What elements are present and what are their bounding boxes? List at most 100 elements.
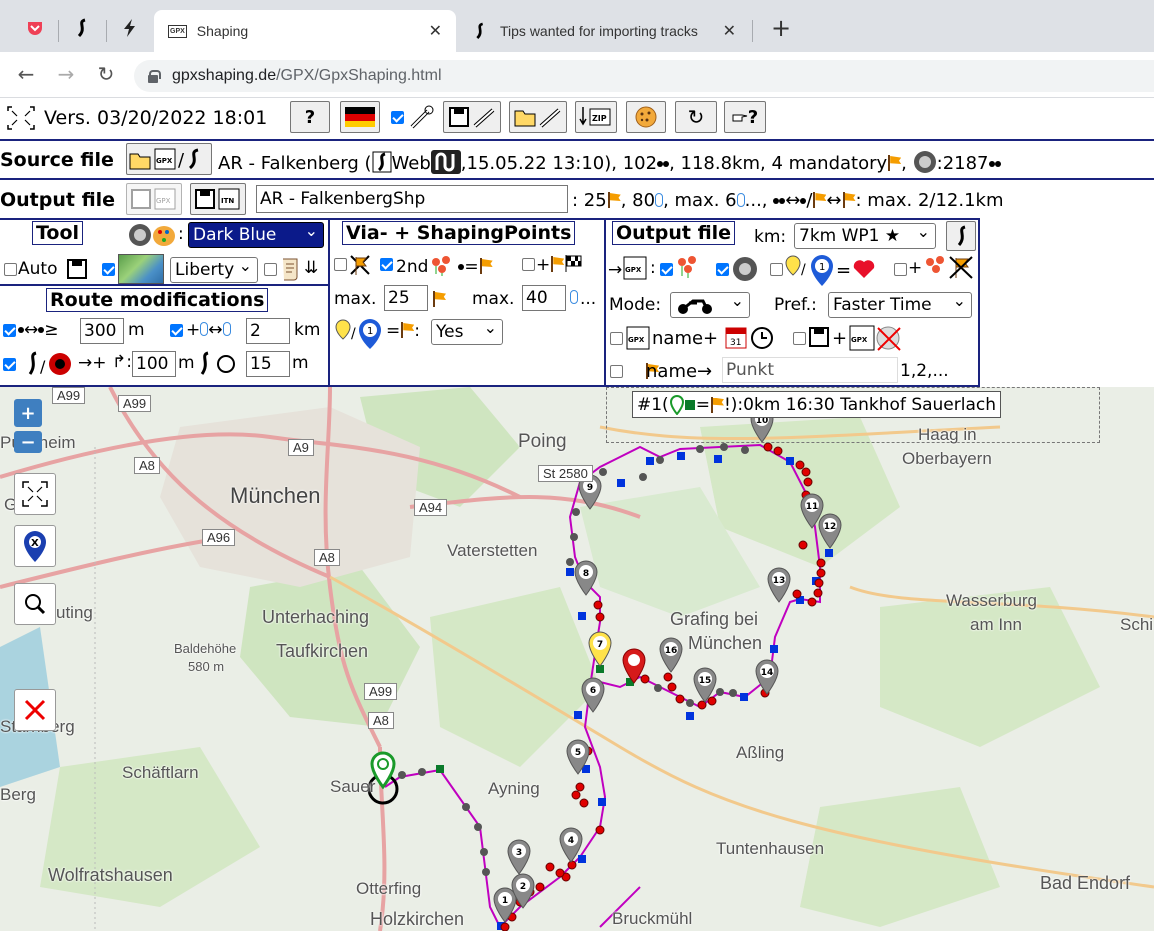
zoom-out-button[interactable]: −: [14, 431, 42, 453]
marker-15[interactable]: 15: [693, 667, 717, 703]
destination-marker[interactable]: [622, 648, 646, 684]
gpx-name-checkbox[interactable]: [610, 332, 623, 345]
map-style-select[interactable]: Liberty: [170, 256, 258, 283]
auto-checkbox[interactable]: [4, 263, 17, 276]
kurviger-pinned-icon[interactable]: [66, 10, 98, 46]
place-label: Taufkirchen: [276, 641, 369, 661]
flag-icon: [432, 291, 446, 307]
load-settings-button[interactable]: [509, 101, 567, 133]
fullscreen-icon[interactable]: [4, 103, 38, 133]
place-label: Tuntenhausen: [716, 839, 825, 858]
flag-name-checkbox[interactable]: [610, 365, 623, 378]
second-checkbox[interactable]: [380, 258, 393, 271]
favorite-checkbox[interactable]: [770, 263, 783, 276]
marker-7[interactable]: 7: [588, 631, 612, 667]
bolt-pinned-icon[interactable]: [114, 10, 146, 46]
to-gpx-arrow: →: [608, 260, 623, 280]
search-button[interactable]: [14, 583, 56, 625]
add-shaping-distance-input[interactable]: 2: [246, 318, 290, 344]
marker-13[interactable]: 13: [767, 567, 791, 603]
scroll-icon: [283, 258, 298, 281]
back-icon[interactable]: ←: [12, 62, 40, 86]
output-max: , max. 6: [663, 190, 737, 211]
help-button[interactable]: ?: [290, 101, 330, 133]
map-view[interactable]: 1 2 3 4 5 6 7 8 9 10 11 12 13 14 15 16 A…: [0, 387, 1154, 931]
pin-flag-select[interactable]: Yes: [431, 318, 503, 345]
scroll-checkbox[interactable]: [264, 263, 277, 276]
url-field[interactable]: gpxshaping.de/GPX/GpxShaping.html: [134, 60, 1154, 92]
save-wrench-icon: [449, 107, 495, 128]
pocket-icon[interactable]: [20, 10, 50, 46]
marker-1[interactable]: 1: [493, 887, 517, 923]
map-checkbox[interactable]: [102, 263, 115, 276]
marker-14[interactable]: 14: [755, 659, 779, 695]
detour-distance-input[interactable]: 100: [132, 351, 176, 377]
zip-icon: ZIP: [579, 107, 611, 126]
new-tab-button[interactable]: +: [766, 10, 796, 46]
mode-select[interactable]: [670, 291, 750, 318]
plus-flag-checkbox[interactable]: [522, 258, 535, 271]
flag-icon: [842, 192, 856, 208]
zoom-in-button[interactable]: +: [14, 399, 42, 427]
svg-text:5: 5: [575, 748, 581, 758]
svg-text:4: 4: [568, 836, 574, 846]
refresh-button[interactable]: ↻: [675, 101, 717, 133]
yellow-blue-pin-icon: /1: [335, 319, 381, 349]
open-source-button[interactable]: GPX /: [126, 143, 212, 175]
marker-5[interactable]: 5: [566, 739, 590, 775]
marker-3[interactable]: 3: [507, 839, 531, 875]
marker-4[interactable]: 4: [559, 827, 583, 863]
marker-8[interactable]: 8: [574, 560, 598, 596]
clear-route-button[interactable]: [14, 689, 56, 731]
svg-text:8: 8: [583, 569, 589, 579]
via-pins-checkbox[interactable]: [660, 263, 673, 276]
marker-16[interactable]: 16: [659, 637, 683, 673]
tab-tips[interactable]: Tips wanted for importing tracks ✕: [460, 10, 750, 52]
close-icon[interactable]: ✕: [429, 21, 442, 41]
svg-text:ITN: ITN: [221, 197, 234, 205]
output-filename-input[interactable]: AR - FalkenbergShp: [256, 185, 568, 213]
locate-button[interactable]: X: [14, 525, 56, 567]
add-shaping-checkbox[interactable]: [170, 324, 183, 337]
place-label: Baldehöhe: [174, 641, 237, 656]
output-panel-title: Output file: [612, 221, 736, 245]
marker-6[interactable]: 6: [581, 677, 605, 713]
merge-distance-input[interactable]: 300: [80, 318, 124, 344]
marker-12[interactable]: 12: [818, 513, 842, 549]
km-select[interactable]: 7km WP1 ★: [794, 222, 936, 249]
place-label: Berg: [0, 785, 36, 804]
save-itn-button[interactable]: ITN: [190, 183, 246, 215]
close-icon[interactable]: ✕: [723, 21, 736, 41]
reload-icon[interactable]: ↻: [92, 62, 120, 86]
no-tire-checkbox[interactable]: [334, 258, 347, 271]
add-plus: +: [186, 320, 201, 340]
forward-icon[interactable]: →: [52, 62, 80, 86]
merge-checkbox[interactable]: [3, 324, 16, 337]
zip-download-button[interactable]: ZIP: [575, 101, 617, 133]
save-gpx-disabled-button[interactable]: GPX: [126, 183, 182, 215]
hint-button[interactable]: ?: [724, 101, 766, 133]
loop-distance-input[interactable]: 15: [246, 351, 290, 377]
map-fullscreen-button[interactable]: [14, 473, 56, 515]
flower-pins-icon: [432, 256, 451, 276]
plus-pins-checkbox[interactable]: [894, 263, 907, 276]
kurviger-button[interactable]: [946, 221, 976, 251]
plus: +: [908, 258, 923, 278]
name-prefix-input[interactable]: Punkt: [722, 357, 898, 383]
save-gpx-checkbox[interactable]: [793, 332, 806, 345]
max-via-input[interactable]: 25: [384, 285, 428, 311]
map-thumbnail-icon[interactable]: [118, 254, 164, 284]
lock-icon: [148, 70, 161, 83]
cookie-button[interactable]: [626, 101, 666, 133]
max-shaping-input[interactable]: 40: [522, 285, 566, 311]
language-button[interactable]: [340, 101, 380, 133]
svg-text:/: /: [178, 150, 185, 171]
place-label: Ayning: [488, 779, 540, 798]
tab-shaping[interactable]: GPX Shaping ✕: [154, 10, 456, 52]
route-color-select[interactable]: Dark Blue: [188, 221, 324, 248]
settings-checkbox[interactable]: [391, 111, 404, 124]
detour-checkbox[interactable]: [3, 358, 16, 371]
pref-select[interactable]: Faster Time: [828, 291, 972, 318]
tire-checkbox[interactable]: [716, 263, 729, 276]
save-settings-button[interactable]: [443, 101, 501, 133]
